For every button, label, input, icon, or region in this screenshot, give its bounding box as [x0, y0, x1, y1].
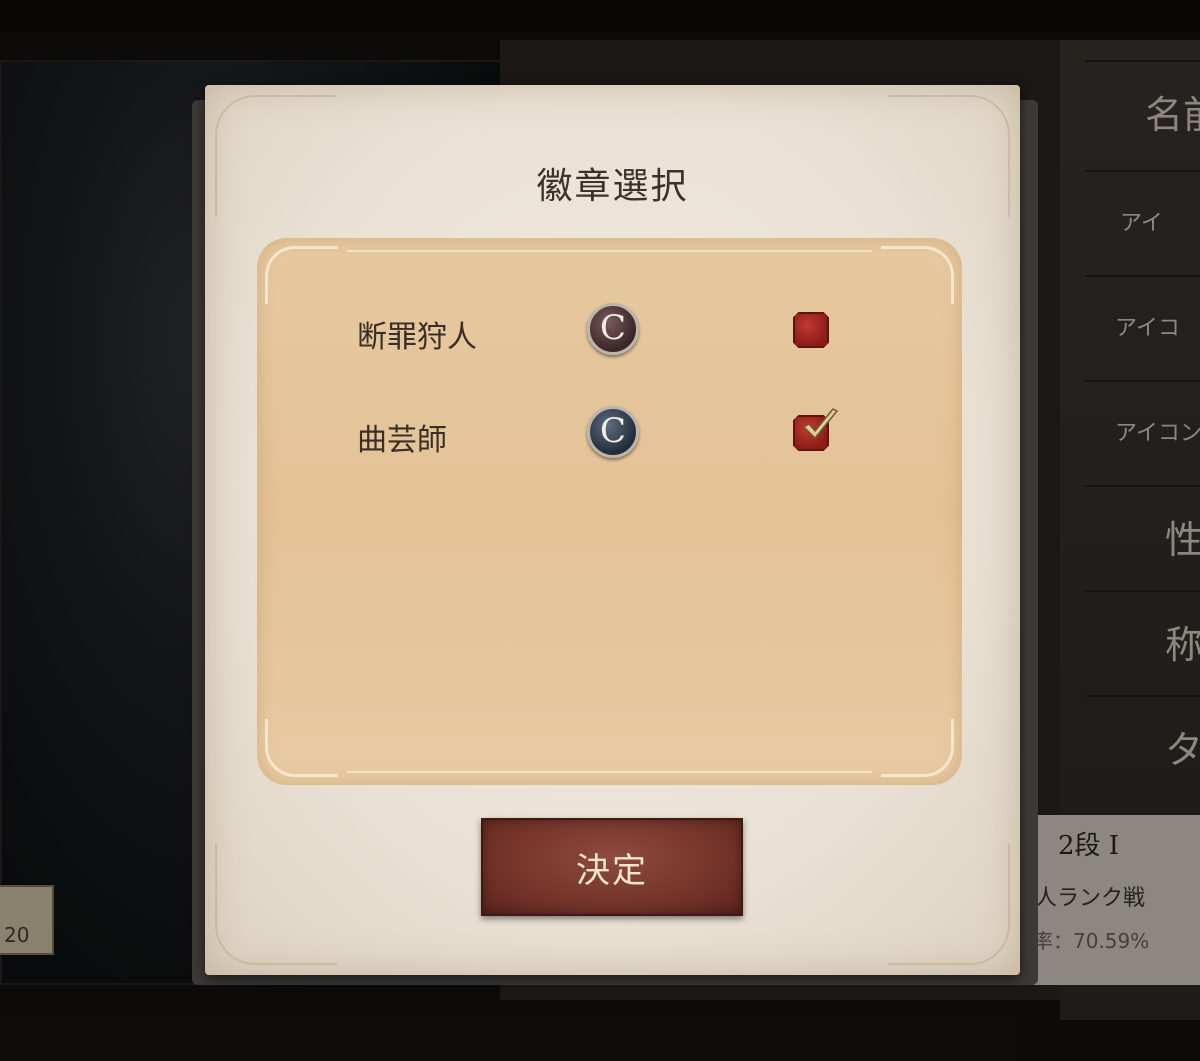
badge-row[interactable]: 断罪狩人 C: [257, 298, 962, 368]
badge-row[interactable]: 曲芸師 C: [257, 401, 962, 471]
list-ornament: [881, 246, 954, 304]
corner-ornament: [215, 843, 337, 965]
list-ornament: [265, 246, 338, 304]
badge-checkbox[interactable]: [793, 312, 829, 348]
badge-emblem-icon: C: [587, 303, 639, 355]
confirm-button[interactable]: 決定: [481, 818, 743, 916]
dialog-title: 徽章選択: [536, 166, 689, 207]
badge-emblem-icon: C: [587, 406, 639, 458]
list-ornament: [265, 719, 338, 777]
checkmark-icon: [803, 408, 838, 439]
badge-name: 曲芸師: [357, 423, 447, 458]
badge-select-dialog: 徽章選択 断罪狩人 C 曲芸師 C 決定: [205, 85, 1020, 975]
list-divider: [347, 250, 872, 252]
emblem-glyph: C: [599, 411, 626, 451]
badge-list: 断罪狩人 C 曲芸師 C: [257, 238, 962, 785]
emblem-glyph: C: [599, 308, 626, 348]
list-ornament: [881, 719, 954, 777]
confirm-button-label: 決定: [576, 850, 648, 891]
corner-ornament: [888, 843, 1010, 965]
list-divider: [347, 771, 872, 773]
badge-name: 断罪狩人: [357, 320, 477, 355]
